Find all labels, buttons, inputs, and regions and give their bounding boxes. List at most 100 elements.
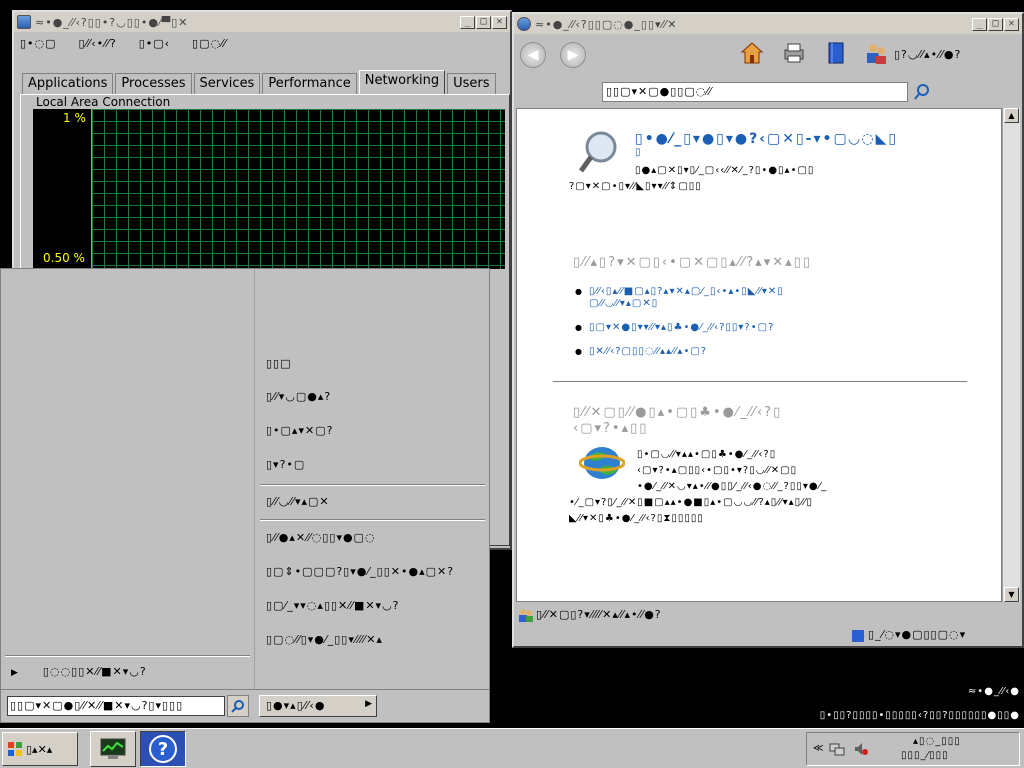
start-search-button[interactable] — [227, 695, 249, 717]
heading-find-answer: ▯•●⁄_▯▾●▯▾●?‹▢✕▯-▾•▢◡◌◣▯ — [635, 131, 899, 147]
volume-muted-icon[interactable] — [853, 741, 869, 757]
arrow-left-icon: ◀ — [527, 47, 539, 63]
separator — [5, 655, 250, 657]
maximize-button[interactable]: □ — [988, 17, 1003, 31]
start-item-connect[interactable]: ▯⁄⁄◡⁄⁄▾▴▢✕ — [266, 495, 330, 508]
people-icon — [519, 609, 533, 622]
status-ask-link[interactable]: ▯⁄⁄✕▢▯?▾⁄⁄⁄⁄✕▴⁄⁄▴•⁄⁄●? — [536, 608, 662, 621]
subheading-not-sure: ▯⁄⁄▴▯?▾✕▢▯‹•▢✕▢▯▴⁄⁄?▴▾✕▴▯▯ — [573, 255, 812, 270]
menu-file[interactable]: ▯•◌▢ — [20, 37, 57, 50]
taskbar-help[interactable]: ? — [140, 731, 186, 767]
start-item-computer[interactable]: ▯•▢▴▾✕▢? — [266, 424, 333, 437]
magnifier-icon — [578, 131, 617, 173]
task-manager-title: ≈•●_⁄⁄‹?▯▯•?◡▯▯•●⁄▀▯✕ — [35, 15, 189, 29]
desktop-text-2: ▯•▯▯?▯▯▯▯•▯▯▯▯▯‹?▯▯?▯▯▯▯▯▯●▯▯● — [819, 710, 1020, 721]
home-icon[interactable] — [740, 41, 764, 65]
link-browse-topics[interactable]: ▯✕⁄⁄‹?▢▯▯◌⁄⁄▴▴⁄⁄▴•▢? — [575, 345, 707, 359]
start-menu: ▶ ▯◌◌▯▯✕⁄⁄■✕▾◡? ▯▯□ ▯⁄⁄▾◡▢●▴? ▯•▢▴▾✕▢? ▯▾… — [0, 268, 490, 723]
desktop-text-1: ≈•●_⁄⁄‹● — [967, 686, 1020, 697]
content-scrollbar[interactable]: ▲ ▼ — [1002, 108, 1020, 602]
task-manager-titlebar[interactable]: ≈•●_⁄⁄‹?▯▯•?◡▯▯•●⁄▀▯✕ _ □ ✕ — [14, 12, 510, 32]
close-button[interactable]: ✕ — [492, 15, 507, 29]
remote-text-line5: ◣⁄⁄▾✕▯♣•●⁄_⁄⁄‹?▯⧗▯▯▯▯▯ — [569, 513, 704, 524]
arrow-right-icon[interactable]: ▶ — [365, 699, 373, 709]
network-graph: 1 % 0.50 % — [33, 109, 505, 269]
start-button[interactable]: ▯▴✕▴ — [2, 732, 78, 766]
heading-find-answer-line2: ▯ — [635, 147, 643, 158]
start-item-user[interactable]: ▯▯□ — [266, 357, 292, 370]
subheading-more-support-line2: ‹▢▾?•▴▯▯ — [573, 421, 649, 436]
help-window: ≈•●_⁄⁄‹?▯▯▢◌●_▯▯▾⁄⁄✕ _ □ ✕ ◀ ▶ ▯?◡⁄⁄▴•⁄⁄… — [512, 12, 1024, 648]
maximize-button[interactable]: □ — [476, 15, 491, 29]
help-statusbar: ▯⁄⁄✕▢▯?▾⁄⁄⁄⁄✕▴⁄⁄▴•⁄⁄●? ▯_⁄◌▾●▢▯▯▢◌▾ — [514, 604, 1022, 646]
start-item-run[interactable]: ▯▢◌⁄⁄▯▾●⁄_▯▯▾⁄⁄⁄⁄✕▴ — [266, 633, 383, 646]
help-icon: ? — [149, 735, 177, 763]
group-label: Local Area Connection — [33, 95, 174, 109]
start-item-help[interactable]: ▯▢⁄_▾▾◌▴▯▯✕⁄⁄■✕▾◡? — [266, 599, 400, 612]
minimize-button[interactable]: _ — [972, 17, 987, 31]
windows-logo-icon — [8, 742, 22, 756]
start-item-network[interactable]: ▯▾?•▢ — [266, 458, 305, 471]
start-menu-bottom: ▯▯▢▾✕▢●▯⁄⁄✕⁄⁄■✕▾◡?▯▾▯▯▯ ▯●▾▴▯⁄⁄‹● ▶ — [1, 689, 489, 722]
all-programs-label: ▯◌◌▯▯✕⁄⁄■✕▾◡? — [42, 665, 147, 678]
close-button[interactable]: ✕ — [1004, 17, 1019, 31]
start-search-input[interactable]: ▯▯▢▾✕▢●▯⁄⁄✕⁄⁄■✕▾◡?▯▾▯▯▯ — [7, 696, 225, 716]
svg-text:?: ? — [158, 739, 168, 760]
subheading-more-support: ▯⁄⁄✕▢▯⁄⁄●▯▴•▢▯♣•●⁄_⁄⁄‹?▯ — [573, 405, 783, 420]
menu-view[interactable]: ▯•▢‹ — [139, 37, 170, 50]
tab-users[interactable]: Users — [447, 73, 496, 95]
menu-help[interactable]: ▯▢◌⁄⁄ — [192, 37, 227, 50]
network-icon[interactable] — [829, 741, 845, 757]
remote-text-line4: •⁄_▢▾?▯⁄_⁄⁄✕▯■▢▴▴•●■▯▴•▢◡◡⁄⁄?▴▯⁄⁄▾▴▯⁄⁄▯ — [569, 497, 813, 508]
scroll-down-button[interactable]: ▼ — [1004, 587, 1019, 602]
link-how-to-line2[interactable]: ▢⁄⁄◡⁄⁄▾▴▢✕▯ — [589, 296, 658, 312]
options-menu[interactable]: ▯?◡⁄⁄▴•⁄⁄●? — [894, 48, 961, 61]
forward-button[interactable]: ▶ — [560, 42, 586, 68]
back-button[interactable]: ◀ — [520, 42, 546, 68]
taskbar-task-manager[interactable] — [90, 731, 136, 767]
globe-icon — [579, 447, 625, 479]
help-titlebar[interactable]: ≈•●_⁄⁄‹?▯▯▢◌●_▯▯▾⁄⁄✕ _ □ ✕ — [514, 14, 1022, 34]
tab-services[interactable]: Services — [193, 73, 261, 95]
start-label: ▯▴✕▴ — [26, 742, 53, 756]
taskbar: ▯▴✕▴ ? ≪ ▴▯◌_▯▯▯ ▯▯▯_⁄▯▯▯ — [0, 728, 1024, 768]
help-content: ▯•●⁄_▯▾●▯▾●?‹▢✕▯-▾•▢◡◌◣▯ ▯ ▯●▴▢✕▯▾▯⁄_▢‹‹… — [516, 108, 1002, 602]
print-icon[interactable] — [782, 41, 806, 65]
intro-text-line2: ?▢▾✕▢•▯▾⁄⁄◣▯▾▾⁄⁄⇕▢▯▯ — [569, 181, 702, 192]
ask-icon[interactable] — [864, 41, 888, 65]
clock-date[interactable]: ▯▯▯_⁄▯▯▯ — [901, 750, 949, 761]
help-icon — [517, 17, 531, 31]
intro-text: ▯●▴▢✕▯▾▯⁄_▢‹‹⁄⁄✕⁄_?▯•●▯▴•▢▯ — [635, 165, 815, 176]
tab-networking[interactable]: Networking — [358, 70, 446, 95]
help-search-input[interactable]: ▯▯▢▾✕▢●▯▯▢◌⁄⁄ — [602, 82, 908, 102]
start-item-admin-tools[interactable]: ▯▢⇕•▢▢▢?▯▾●⁄_▯▯✕•●▴▢✕? — [266, 565, 454, 578]
scroll-up-button[interactable]: ▲ — [1004, 108, 1019, 123]
search-icon — [231, 700, 244, 713]
all-programs[interactable]: ▶ ▯◌◌▯▯✕⁄⁄■✕▾◡? — [11, 665, 147, 678]
show-hidden-icons-icon[interactable]: ≪ — [813, 743, 823, 754]
start-item-documents[interactable]: ▯⁄⁄▾◡▢●▴? — [266, 390, 331, 403]
task-manager-menubar: ▯•◌▢ ▯⁄⁄‹•⁄⁄? ▯•▢‹ ▯▢◌⁄⁄ — [14, 32, 510, 54]
separator — [260, 484, 485, 486]
status-online-help[interactable]: ▯_⁄◌▾●▢▯▯▢◌▾ — [868, 628, 966, 641]
shutdown-button[interactable]: ▯●▾▴▯⁄⁄‹● ▶ — [259, 695, 377, 717]
task-manager-tabs: Applications Processes Services Performa… — [22, 70, 498, 95]
tab-applications[interactable]: Applications — [22, 73, 114, 95]
menu-options[interactable]: ▯⁄⁄‹•⁄⁄? — [79, 37, 117, 50]
link-learn-basics[interactable]: ▯▢▾✕●▯▾▾⁄⁄▾▴▯♣•●⁄_⁄⁄‹?▯▯▾?•▢? — [575, 321, 774, 335]
browse-help-icon[interactable] — [824, 41, 848, 65]
system-tray: ≪ ▴▯◌_▯▯▯ ▯▯▯_⁄▯▯▯ — [806, 732, 1020, 766]
search-icon[interactable] — [912, 82, 932, 102]
y-label-mid: 0.50 % — [43, 251, 85, 265]
y-label-max: 1 % — [63, 111, 86, 125]
tab-performance[interactable]: Performance — [262, 73, 357, 95]
task-manager-icon — [17, 15, 31, 29]
minimize-button[interactable]: _ — [460, 15, 475, 29]
start-menu-right-pane: ▯▯□ ▯⁄⁄▾◡▢●▴? ▯•▢▴▾✕▢? ▯▾?•▢ ▯⁄⁄◡⁄⁄▾▴▢✕ … — [256, 269, 489, 689]
tab-processes[interactable]: Processes — [115, 73, 192, 95]
clock-time[interactable]: ▴▯◌_▯▯▯ — [913, 736, 961, 747]
remote-text: ▯•▢◡⁄⁄▾▴▴•▢▯♣•●⁄_⁄⁄‹?▯ — [637, 449, 777, 460]
online-help-icon — [852, 630, 864, 642]
start-item-control-panel[interactable]: ▯⁄⁄●▴✕⁄⁄◌▯▯▾●▢◌ — [266, 531, 376, 544]
remote-text-line3: •●⁄_⁄⁄✕◡▾▴•⁄⁄●▯▯⁄_⁄⁄‹●◌⁄⁄_?▯▯▾●⁄_ — [637, 481, 828, 492]
